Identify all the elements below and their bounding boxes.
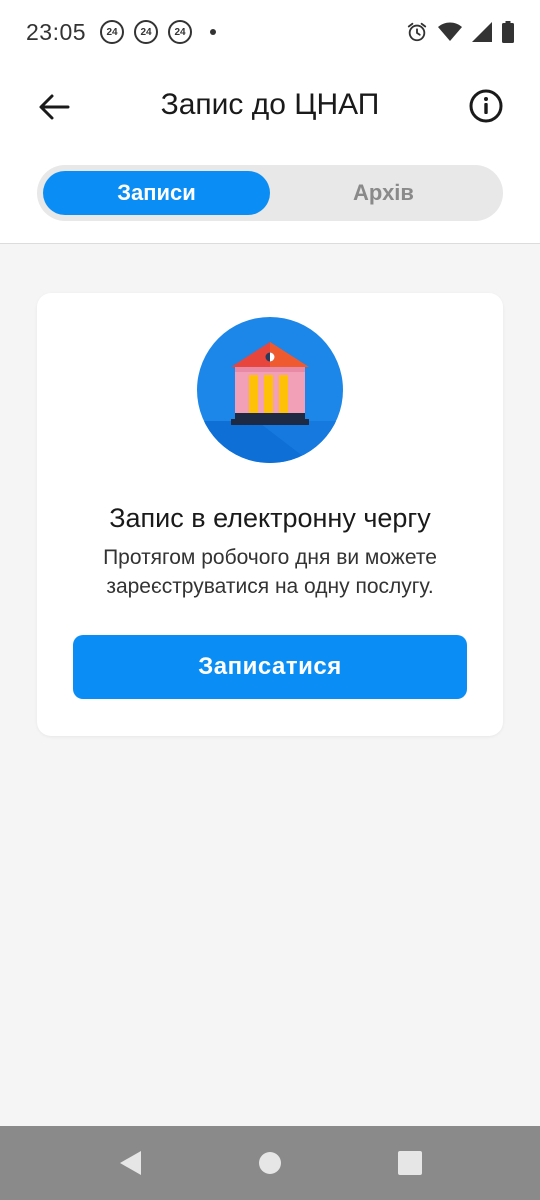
status-bar: 23:05 24 24 24 [0, 0, 540, 64]
info-button[interactable] [468, 88, 504, 124]
tab-archive[interactable]: Архів [270, 171, 497, 215]
segmented-control: Записи Архів [37, 165, 503, 221]
status-time: 23:05 [26, 18, 87, 45]
circle-home-icon [259, 1152, 281, 1174]
info-icon [469, 89, 503, 123]
status-icons [406, 21, 514, 43]
notification-24-icon: 24 [168, 20, 193, 44]
notification-badges: 24 24 24 [100, 20, 217, 44]
sign-up-button[interactable]: Записатися [73, 635, 467, 699]
tab-records[interactable]: Записи [43, 171, 270, 215]
more-notifications-dot [210, 29, 217, 35]
nav-home-button[interactable] [250, 1143, 290, 1183]
nav-back-button[interactable] [110, 1143, 150, 1183]
app-header: Запис до ЦНАП [0, 64, 540, 150]
nav-recents-button[interactable] [390, 1143, 430, 1183]
notification-24-icon: 24 [100, 20, 125, 44]
battery-icon [502, 21, 514, 43]
wifi-icon [438, 22, 462, 41]
alarm-icon [407, 22, 427, 42]
triangle-back-icon [120, 1151, 141, 1175]
notification-24-icon: 24 [134, 20, 159, 44]
card-description: Протягом робочого дня ви можете зареєстр… [103, 546, 437, 598]
square-recents-icon [398, 1151, 422, 1175]
queue-card: Запис в електронну чергу Протягом робочо… [37, 293, 503, 736]
page-title: Запис до ЦНАП [160, 88, 380, 121]
cellular-signal-icon [472, 22, 492, 42]
system-navigation-bar [0, 1126, 540, 1200]
tabs-container: Записи Архів [0, 150, 540, 244]
government-building-icon [197, 317, 343, 463]
card-title: Запис в електронну чергу [109, 503, 431, 533]
